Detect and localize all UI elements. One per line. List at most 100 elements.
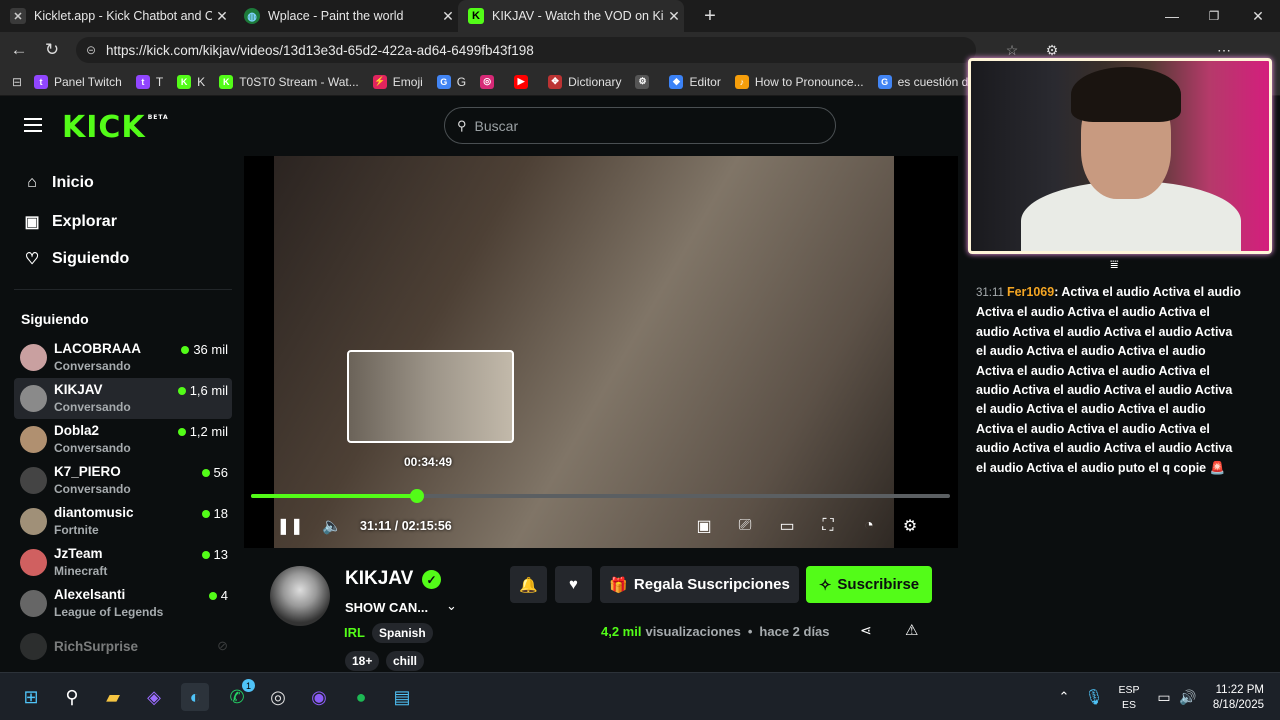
bookmark-favicon-icon: t <box>135 74 150 89</box>
tab-kicklet[interactable]: ✕ Kicklet.app - Kick Chatbot and Ov ✕ <box>0 0 232 32</box>
channel-avatar[interactable] <box>270 566 330 626</box>
tab-kikjav[interactable]: K KIKJAV - Watch the VOD on Kick ✕ <box>458 0 684 32</box>
bookmark-item[interactable]: ⚙ <box>635 74 655 89</box>
nav-siguiendo[interactable]: ♡ Siguiendo <box>22 249 130 269</box>
close-tab-icon[interactable]: ✕ <box>664 8 684 25</box>
notepad-icon[interactable]: ▤ <box>388 683 416 711</box>
clip-icon[interactable]: ⎚ <box>734 515 756 537</box>
bookmark-item[interactable]: K T0ST0 Stream - Wat... <box>219 74 359 89</box>
language-tag[interactable]: Spanish <box>372 623 433 643</box>
sidebar-channel-alexelsanti[interactable]: Alexelsanti League of Legends 4 <box>14 583 232 624</box>
kick-logo[interactable]: KICK BETA <box>62 110 169 145</box>
sidebar-channel-richsurprise[interactable]: RichSurprise ⊘ <box>14 626 232 667</box>
refresh-icon[interactable]: ↻ <box>40 38 64 62</box>
miniplayer-icon[interactable]: ▭ <box>776 515 798 537</box>
app-icon[interactable]: ◈ <box>140 683 168 711</box>
stream-title: SHOW CAN... <box>345 600 429 615</box>
bookmark-item[interactable]: t Panel Twitch <box>34 74 122 89</box>
search-placeholder: Buscar <box>474 117 519 134</box>
close-tab-icon[interactable]: ✕ <box>438 8 458 25</box>
fullscreen-icon[interactable]: ⛶ <box>817 515 839 537</box>
follow-button[interactable]: ♥ <box>555 566 592 603</box>
playback-speed-icon[interactable]: ◔ <box>858 515 880 537</box>
bookmark-item[interactable]: ⚡ Emoji <box>372 74 423 89</box>
chevron-down-icon[interactable]: ⌄ <box>446 598 457 614</box>
whatsapp-badge: 1 <box>242 679 255 692</box>
sidebar-channel-diantomusic[interactable]: diantomusic Fortnite 18 <box>14 501 232 542</box>
search-input[interactable]: ⚲ Buscar <box>444 107 836 144</box>
back-icon[interactable]: ← <box>7 38 31 62</box>
heart-icon: ♡ <box>24 251 40 268</box>
seek-bar[interactable] <box>251 489 950 503</box>
nav-inicio[interactable]: ⌂ Inicio <box>22 174 94 192</box>
channel-category: League of Legends <box>54 605 164 619</box>
sidebar-channel-k7_piero[interactable]: K7_PIERO Conversando 56 <box>14 460 232 501</box>
sidebar-channel-kikjav[interactable]: KIKJAV Conversando 1,6 mil <box>14 378 232 419</box>
bookmark-item[interactable]: ◆ Editor <box>669 74 721 89</box>
bookmark-item[interactable]: GG <box>436 74 466 89</box>
menu-icon[interactable] <box>24 118 42 132</box>
channel-name: diantomusic <box>54 505 134 520</box>
reading-list-icon[interactable]: ⊟ <box>0 75 34 89</box>
tray-chevron-up-icon[interactable]: ⌃ <box>1050 683 1078 711</box>
sidebar-divider <box>14 289 232 290</box>
nav-explorar[interactable]: ▣ Explorar <box>22 212 116 232</box>
sidebar-channel-lacobraaa[interactable]: LACOBRAAA Conversando 36 mil <box>14 337 232 378</box>
bookmark-item[interactable]: ♪ How to Pronounce... <box>734 74 864 89</box>
settings-gear-icon[interactable]: ⚙ <box>899 515 921 537</box>
clock[interactable]: 11:22 PM 8/18/2025 <box>1208 683 1264 713</box>
url-field[interactable]: ⊝ https://kick.com/kikjav/videos/13d13e3… <box>76 37 976 63</box>
bookmark-item[interactable]: ✥ Dictionary <box>548 74 621 89</box>
restore-icon[interactable]: ❐ <box>1192 0 1236 32</box>
windows-start-icon[interactable]: ⊞ <box>17 683 45 711</box>
seek-bar-handle[interactable] <box>409 489 424 503</box>
microphone-icon[interactable]: 🎙 <box>1080 683 1108 711</box>
tag-adult[interactable]: 18+ <box>345 651 380 671</box>
tab-wplace[interactable]: ◍ Wplace - Paint the world ✕ <box>234 0 458 32</box>
file-explorer-icon[interactable]: ▰ <box>99 683 127 711</box>
bookmark-item[interactable]: Ges cuestión de t <box>877 74 982 89</box>
pause-icon[interactable]: ❚❚ <box>277 515 304 537</box>
bookmark-item[interactable]: ◎ <box>480 74 500 89</box>
chat-collapse-icon[interactable]: ⩸ <box>1110 256 1119 273</box>
app-icon-purple[interactable]: ◉ <box>305 683 333 711</box>
bookmark-item[interactable]: KK <box>177 74 205 89</box>
share-icon[interactable]: ⋖ <box>860 622 872 639</box>
notification-bell-button[interactable]: 🔔 <box>510 566 547 603</box>
whatsapp-icon[interactable]: ✆ 1 <box>223 679 255 711</box>
sidebar-channel-dobla2[interactable]: Dobla2 Conversando 1,2 mil <box>14 419 232 460</box>
bookmark-favicon-icon: G <box>436 74 451 89</box>
browser-tab-strip: ✕ Kicklet.app - Kick Chatbot and Ov ✕ ◍ … <box>0 0 1280 32</box>
subscribe-button[interactable]: ✧ Suscribirse <box>806 566 932 603</box>
channel-category: Minecraft <box>54 564 108 578</box>
sidebar-channel-jzteam[interactable]: JzTeam Minecraft 13 <box>14 542 232 583</box>
close-window-icon[interactable]: ✕ <box>1236 0 1280 32</box>
live-dot-icon <box>177 427 186 436</box>
channel-name[interactable]: KIKJAV <box>345 568 413 590</box>
gift-subs-button[interactable]: 🎁 Regala Suscripciones <box>600 566 799 603</box>
theater-mode-icon[interactable]: ▣ <box>693 515 715 537</box>
channel-name: K7_PIERO <box>54 464 121 479</box>
close-tab-icon[interactable]: ✕ <box>212 8 232 25</box>
spotify-icon[interactable]: ● <box>347 683 375 711</box>
category-link[interactable]: IRL <box>344 625 365 640</box>
speaker-icon[interactable]: 🔊 <box>1174 683 1202 711</box>
report-warning-icon[interactable]: ⚠ <box>905 621 918 639</box>
volume-icon[interactable]: 🔈 <box>321 515 343 537</box>
chat-username[interactable]: Fer1069 <box>1007 285 1054 299</box>
live-dot-icon <box>201 509 210 518</box>
search-icon: ⚲ <box>457 117 467 133</box>
new-tab-button[interactable]: + <box>688 0 732 32</box>
input-language[interactable]: ESP ES <box>1116 683 1142 713</box>
bookmark-item[interactable]: tT <box>135 74 163 89</box>
taskbar-search-icon[interactable]: ⚲ <box>58 683 86 711</box>
tag-chill[interactable]: chill <box>386 651 425 671</box>
windows-taskbar: ⊞ ⚲ ▰ ◈ ◐ ✆ 1 ◎ ◉ ● ▤ ⌃ 🎙 ESP ES ▭ 🔊 11:… <box>0 672 1280 720</box>
channel-category: Conversando <box>54 359 131 373</box>
minimize-icon[interactable]: — <box>1150 0 1194 32</box>
bookmark-item[interactable]: ▶ <box>514 74 534 89</box>
channel-name: Alexelsanti <box>54 587 126 602</box>
obs-icon[interactable]: ◎ <box>264 683 292 711</box>
site-info-icon[interactable]: ⊝ <box>76 43 106 57</box>
edge-browser-icon[interactable]: ◐ <box>181 683 209 711</box>
